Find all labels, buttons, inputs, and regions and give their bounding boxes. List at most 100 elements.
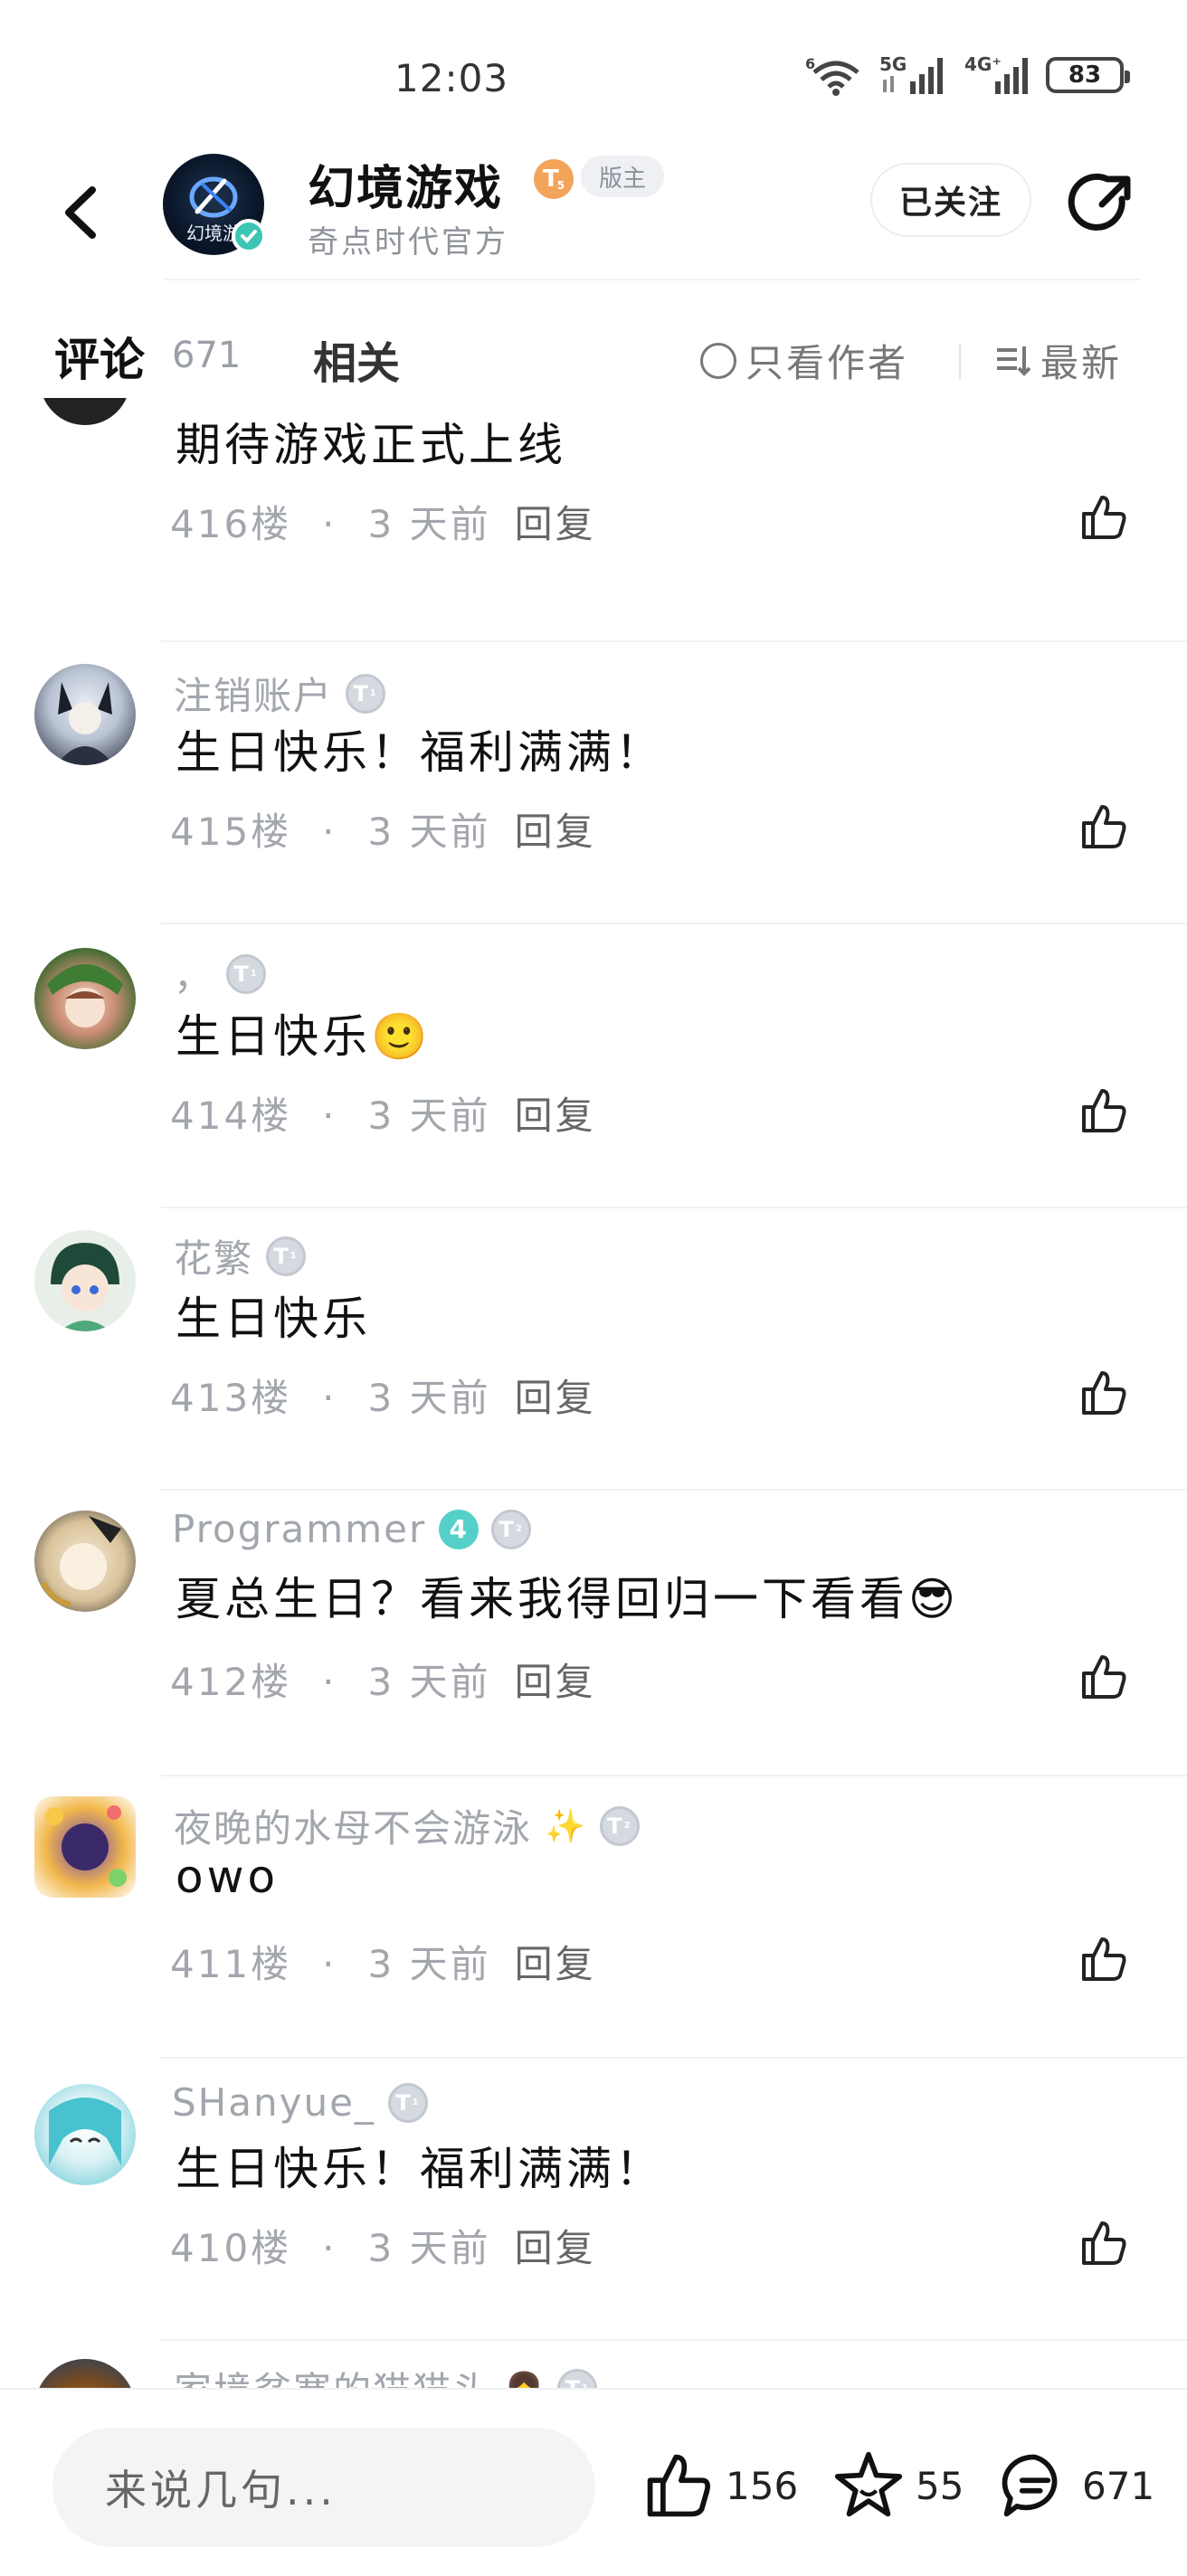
status-icons: 6 5G 4G⁺ 83 (805, 52, 1130, 98)
comment-item: SHanyue_ T1 生日快乐！福利满满！ 410楼 · 3 天前 回复 (0, 2059, 1187, 2341)
comment-meta: 412楼 · 3 天前 回复 (170, 1660, 596, 1704)
commenter-name[interactable]: 花繁 T1 (174, 1228, 307, 1283)
signal-5g-icon: 5G (879, 53, 943, 94)
comment-item: 花繁 T1 生日快乐 413楼 · 3 天前 回复 (0, 1208, 1187, 1491)
post-header: 幻境游 幻境游戏 T5 版主 奇点时代官方 已关注 (0, 145, 1187, 280)
thumbs-up-icon[interactable] (1078, 2218, 1129, 2268)
only-author-toggle[interactable]: 只看作者 (700, 333, 908, 388)
sunglasses-emoji-icon: 😎 (908, 1573, 960, 1625)
comment-list: 期待游戏正式上线 416楼 · 3 天前 回复 注销账户 T1 生日快乐！福利满满！ … (0, 398, 1187, 2388)
user-level-badge: T2 (599, 1805, 640, 1846)
like-button[interactable]: 156 (642, 2449, 798, 2522)
svg-text:4G⁺: 4G⁺ (964, 53, 1002, 75)
reply-button[interactable]: 回复 (515, 2226, 596, 2270)
comment-meta: 414楼 · 3 天前 回复 (170, 1094, 596, 1138)
commenter-avatar[interactable] (40, 398, 130, 425)
comment-meta: 413楼 · 3 天前 回复 (170, 1376, 596, 1420)
status-time: 12:03 (394, 56, 509, 100)
thumbs-up-icon[interactable] (1078, 801, 1129, 852)
comment-meta: 410楼 · 3 天前 回复 (170, 2226, 596, 2270)
reply-button[interactable]: 回复 (515, 1942, 596, 1986)
thumbs-up-icon (647, 2454, 710, 2517)
comment-meta: 416楼 · 3 天前 回复 (170, 502, 596, 546)
commenter-avatar[interactable] (34, 664, 136, 765)
comment-item: 家境贫寒的猫猫头 👧 T1 (0, 2341, 1187, 2388)
star-count: 55 (916, 2463, 964, 2508)
tab-comments[interactable]: 评论 (54, 324, 145, 389)
svg-text:5G: 5G (879, 53, 907, 75)
comment-meta: 415楼 · 3 天前 回复 (170, 810, 596, 854)
smile-emoji-icon: 🙂 (371, 1010, 432, 1063)
reply-button[interactable]: 回复 (515, 1660, 596, 1704)
reply-button[interactable]: 回复 (515, 1094, 596, 1138)
only-author-label: 只看作者 (745, 341, 909, 385)
comment-tabs: 评论 671 相关 只看作者 最新 (0, 317, 1187, 398)
comment-item: Programmer 4 T2 夏总生日？看来我得回归一下看看😎 412楼 · 3 … (0, 1491, 1187, 1776)
comment-item: 夜晚的水母不会游泳 ✨ T2 owo 411楼 · 3 天前 回复 (0, 1776, 1187, 2059)
tab-separator (959, 344, 961, 380)
user-level-badge: T1 (346, 673, 386, 714)
comment-button[interactable]: 671 (999, 2449, 1154, 2522)
verified-check-icon (232, 219, 266, 253)
comment-text: 生日快乐！福利满满！ (176, 726, 664, 779)
comment-item: ， T1 生日快乐🙂 414楼 · 3 天前 回复 (0, 924, 1187, 1208)
sort-list-icon (997, 346, 1031, 376)
status-bar: 12:03 6 5G 4G⁺ 83 (0, 0, 1187, 136)
commenter-avatar[interactable] (34, 1511, 136, 1612)
user-level-badge: T1 (226, 953, 267, 994)
user-level-badge: T1 (387, 2082, 428, 2123)
thumbs-up-icon[interactable] (1078, 1368, 1129, 1418)
thumbs-up-icon[interactable] (1078, 1652, 1129, 1702)
commenter-name[interactable]: 注销账户 T1 (174, 666, 386, 721)
favorite-button[interactable]: 55 (832, 2449, 964, 2522)
signal-4g-icon: 4G⁺ (964, 53, 1028, 94)
commenter-name[interactable]: 夜晚的水母不会游泳 ✨ T2 (174, 1798, 640, 1853)
reply-button[interactable]: 回复 (515, 1376, 596, 1420)
user-level-badge: T1 (557, 2368, 598, 2388)
tab-related[interactable]: 相关 (313, 327, 400, 391)
comment-bubble-icon (1002, 2454, 1058, 2517)
commenter-name[interactable]: ， T1 (174, 946, 267, 1001)
follow-button[interactable]: 已关注 (870, 163, 1031, 237)
user-level-badge: T2 (491, 1509, 532, 1549)
commenter-avatar[interactable] (34, 2084, 136, 2185)
commenter-name[interactable]: SHanyue_ T1 (172, 2080, 428, 2125)
commenter-avatar[interactable] (34, 1796, 136, 1898)
radio-circle-icon (700, 342, 736, 379)
header-divider (165, 279, 1142, 280)
brand-logo-icon (189, 176, 238, 218)
reply-button[interactable]: 回复 (515, 502, 596, 546)
comment-text: 生日快乐🙂 (176, 1010, 432, 1063)
back-arrow-icon[interactable] (54, 172, 109, 253)
svg-text:6: 6 (805, 55, 815, 72)
wifi-icon: 6 (805, 55, 859, 96)
comment-text: owo (176, 1851, 280, 1903)
commenter-avatar[interactable] (34, 2359, 136, 2388)
thumbs-up-icon[interactable] (1078, 1934, 1129, 1984)
comment-floor: 416楼 (170, 502, 292, 546)
sort-toggle[interactable]: 最新 (995, 333, 1122, 388)
comment-item: 期待游戏正式上线 416楼 · 3 天前 回复 (0, 398, 1187, 642)
commenter-avatar[interactable] (34, 1230, 136, 1331)
comment-text: 夏总生日？看来我得回归一下看看😎 (176, 1573, 960, 1625)
commenter-name[interactable]: 家境贫寒的猫猫头 👧 T1 (174, 2361, 598, 2388)
thumbs-up-icon[interactable] (1078, 492, 1129, 543)
tab-comments-count: 671 (172, 335, 242, 376)
author-name[interactable]: 幻境游戏 (308, 150, 503, 218)
level-4-badge: 4 (439, 1509, 480, 1549)
commenter-avatar[interactable] (34, 948, 136, 1049)
moderator-tag: 版主 (581, 156, 664, 197)
user-level-badge: T1 (266, 1236, 307, 1276)
author-subtitle: 奇点时代官方 (308, 224, 508, 260)
comment-count: 671 (1082, 2463, 1155, 2508)
star-icon (834, 2451, 903, 2517)
thumbs-up-icon[interactable] (1078, 1085, 1129, 1136)
share-icon[interactable] (1066, 168, 1138, 241)
reply-button[interactable]: 回复 (515, 810, 596, 854)
like-count: 156 (726, 2463, 799, 2508)
level-badge: T5 (534, 159, 574, 199)
comment-input[interactable]: 来说几句... (52, 2428, 595, 2547)
commenter-name[interactable]: Programmer 4 T2 (172, 1507, 532, 1551)
comment-item: 注销账户 T1 生日快乐！福利满满！ 415楼 · 3 天前 回复 (0, 642, 1187, 924)
comment-text: 生日快乐！福利满满！ (176, 2143, 664, 2195)
